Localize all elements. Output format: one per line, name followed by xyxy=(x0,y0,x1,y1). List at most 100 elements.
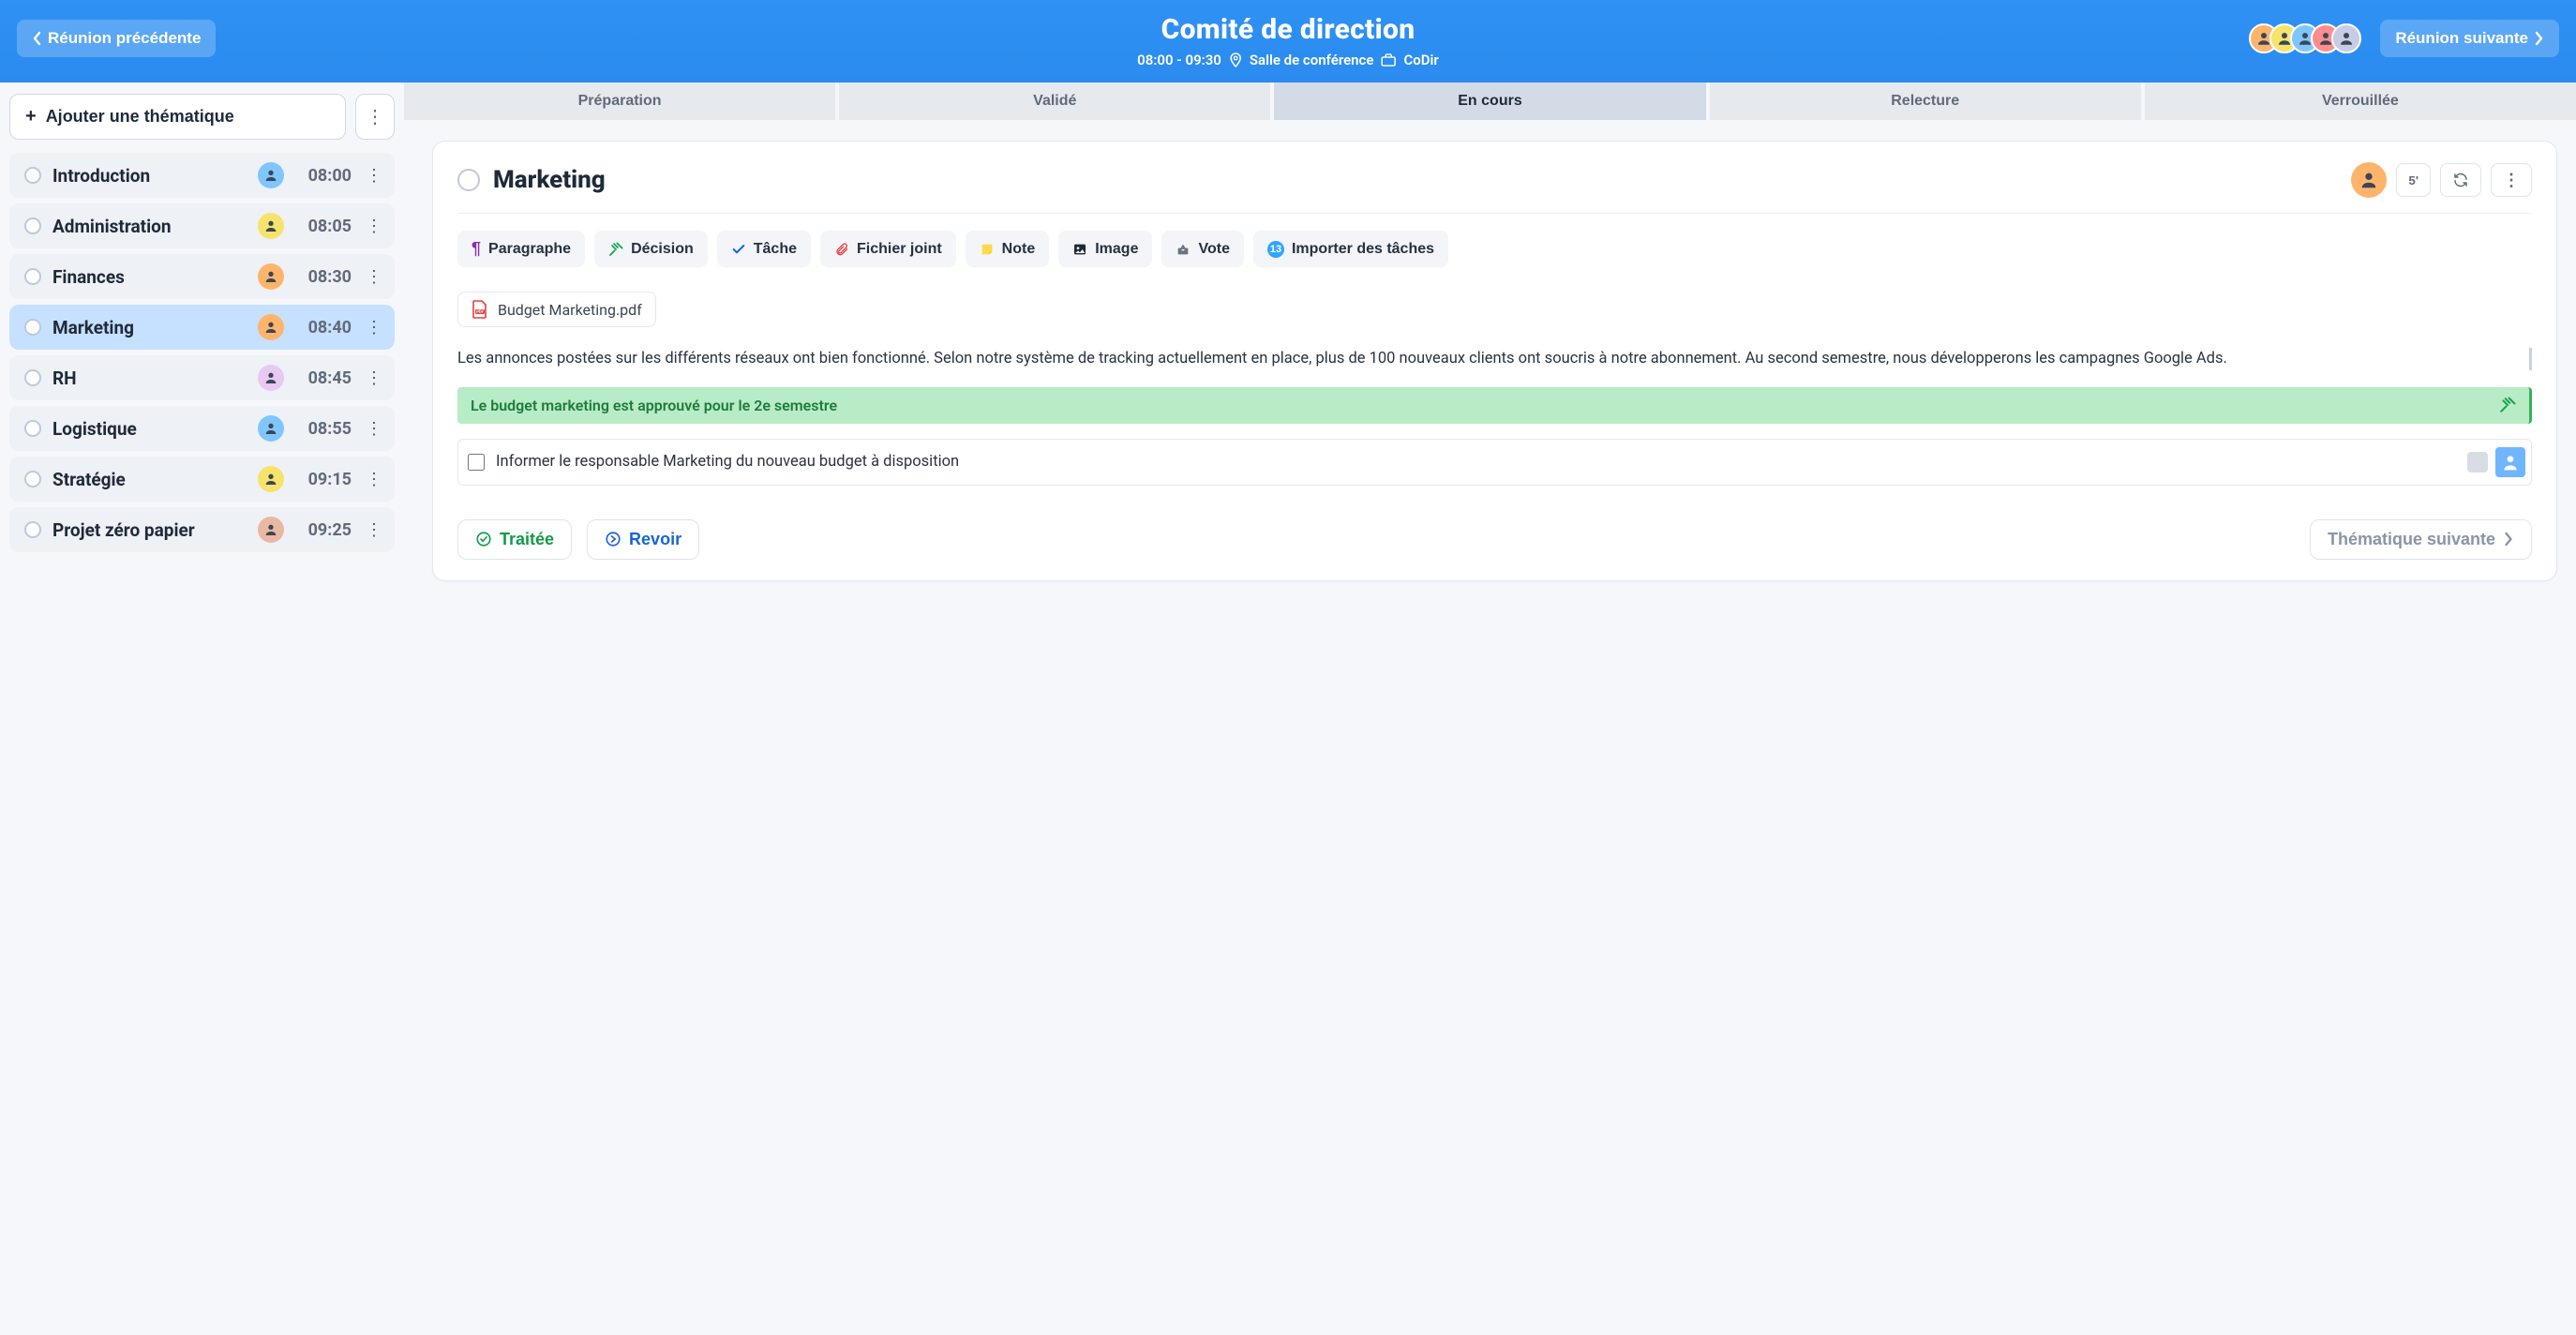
task-text: Informer le responsable Marketing du nou… xyxy=(496,453,959,471)
topic-row[interactable]: Projet zéro papier 09:25 ⋮ xyxy=(9,507,395,552)
app-header: Réunion précédente Comité de direction 0… xyxy=(0,0,2576,82)
check-icon xyxy=(731,242,746,257)
topic-time: 09:25 xyxy=(295,520,352,540)
topic-row[interactable]: Logistique08:55⋮ xyxy=(9,406,395,451)
topic-more-button[interactable]: ⋮ xyxy=(363,267,385,287)
next-topic-label: Thématique suivante xyxy=(2328,530,2495,549)
decision-block[interactable]: Le budget marketing est approuvé pour le… xyxy=(457,387,2532,424)
next-topic-button[interactable]: Thématique suivante xyxy=(2310,519,2532,560)
topic-label: Stratégie xyxy=(52,469,247,490)
topic-owner-avatar[interactable] xyxy=(258,314,284,340)
meeting-team: CoDir xyxy=(1403,52,1438,68)
topic-row[interactable]: Marketing 08:40 ⋮ xyxy=(9,305,395,350)
panel-more-button[interactable]: ⋮ xyxy=(2491,163,2532,197)
content-toolbar: ¶ Paragraphe Décision Tâche xyxy=(457,231,2532,267)
paragraph-button[interactable]: ¶ Paragraphe xyxy=(457,231,585,267)
sidebar-more-button[interactable]: ⋮ xyxy=(355,94,395,140)
plus-icon: + xyxy=(25,106,37,128)
panel-header: Marketing 5' ⋮ xyxy=(457,162,2532,214)
location-pin-icon xyxy=(1229,52,1242,68)
topic-owner-avatar[interactable] xyxy=(258,517,284,543)
svg-text:PDF: PDF xyxy=(476,310,484,315)
topic-label: Marketing xyxy=(52,317,247,338)
presenter-avatar[interactable] xyxy=(2351,162,2387,198)
import-tasks-button[interactable]: 13 Importer des tâches xyxy=(1253,231,1448,267)
topic-status-dot[interactable] xyxy=(24,420,41,437)
meeting-room: Salle de conférence xyxy=(1250,52,1374,68)
attendee-avatar[interactable] xyxy=(2331,23,2361,53)
topic-time: 08:05 xyxy=(295,217,352,236)
stage-tab-verrouillée[interactable]: Verrouillée xyxy=(2145,82,2576,120)
attachment-chip[interactable]: PDF Budget Marketing.pdf xyxy=(457,292,656,327)
task-assignee-avatar[interactable] xyxy=(2495,447,2525,477)
topic-panel: Marketing 5' ⋮ xyxy=(432,141,2557,581)
gavel-icon xyxy=(2499,397,2516,413)
vote-button[interactable]: Vote xyxy=(1161,231,1243,267)
topic-more-button[interactable]: ⋮ xyxy=(363,419,385,439)
topic-owner-avatar[interactable] xyxy=(258,162,284,188)
image-button[interactable]: Image xyxy=(1058,231,1152,267)
stage-tab-relecture[interactable]: Relecture xyxy=(1710,82,2141,120)
treated-button[interactable]: Traitée xyxy=(457,519,572,560)
topic-owner-avatar[interactable] xyxy=(258,365,284,391)
previous-meeting-button[interactable]: Réunion précédente xyxy=(17,20,216,57)
topic-row[interactable]: Stratégie 09:15 ⋮ xyxy=(9,457,395,502)
stage-tab-en cours[interactable]: En cours xyxy=(1274,82,1705,120)
topic-status-dot[interactable] xyxy=(24,218,41,234)
topic-more-button[interactable]: ⋮ xyxy=(363,368,385,388)
topic-more-button[interactable]: ⋮ xyxy=(363,318,385,338)
topic-more-button[interactable]: ⋮ xyxy=(363,470,385,489)
topic-row[interactable]: Introduction08:00⋮ xyxy=(9,153,395,198)
next-meeting-button[interactable]: Réunion suivante xyxy=(2380,20,2559,57)
task-row[interactable]: Informer le responsable Marketing du nou… xyxy=(457,439,2532,486)
topic-label: Introduction xyxy=(52,165,247,187)
task-tag-placeholder[interactable] xyxy=(2467,452,2488,472)
topic-owner-avatar[interactable] xyxy=(258,466,284,492)
note-button[interactable]: Note xyxy=(966,231,1050,267)
task-checkbox[interactable] xyxy=(468,454,485,471)
attachment-button[interactable]: Fichier joint xyxy=(820,231,956,267)
duration-button[interactable]: 5' xyxy=(2396,163,2431,197)
topic-more-button[interactable]: ⋮ xyxy=(363,166,385,186)
stage-tab-préparation[interactable]: Préparation xyxy=(404,82,835,120)
task-button[interactable]: Tâche xyxy=(717,231,811,267)
arrow-circle-icon xyxy=(605,531,622,548)
import-tasks-badge: 13 xyxy=(1267,241,1284,258)
stage-tabs: PréparationValidéEn coursRelectureVerrou… xyxy=(404,82,2576,120)
panel-footer: Traitée Revoir Thématique suivante xyxy=(457,519,2532,560)
duration-label: 5' xyxy=(2408,173,2419,188)
topic-time: 09:15 xyxy=(295,470,352,489)
topic-row[interactable]: Administration08:05⋮ xyxy=(9,203,395,248)
add-topic-button[interactable]: + Ajouter une thématique xyxy=(9,94,346,140)
topic-owner-avatar[interactable] xyxy=(258,213,284,239)
review-button[interactable]: Revoir xyxy=(587,519,699,560)
topic-row[interactable]: Finances08:30⋮ xyxy=(9,254,395,299)
attendee-avatars[interactable] xyxy=(2249,23,2361,53)
topic-status-dot[interactable] xyxy=(457,169,480,191)
topic-status-dot[interactable] xyxy=(24,319,41,336)
topic-status-dot[interactable] xyxy=(24,471,41,488)
refresh-button[interactable] xyxy=(2440,163,2481,197)
topic-label: Projet zéro papier xyxy=(52,519,247,541)
note-icon xyxy=(980,242,995,257)
decision-button[interactable]: Décision xyxy=(594,231,708,267)
vote-button-label: Vote xyxy=(1198,241,1229,258)
topic-label: RH xyxy=(52,368,247,389)
topic-status-dot[interactable] xyxy=(24,521,41,538)
pdf-icon: PDF xyxy=(472,300,488,319)
topic-time: 08:40 xyxy=(295,318,352,338)
add-topic-label: Ajouter une thématique xyxy=(46,107,234,127)
main-column: PréparationValidéEn coursRelectureVerrou… xyxy=(404,82,2576,600)
topic-owner-avatar[interactable] xyxy=(258,415,284,442)
topic-owner-avatar[interactable] xyxy=(258,263,284,290)
topic-status-dot[interactable] xyxy=(24,369,41,386)
topic-more-button[interactable]: ⋮ xyxy=(363,520,385,540)
topic-row[interactable]: RH08:45⋮ xyxy=(9,355,395,400)
topic-status-dot[interactable] xyxy=(24,268,41,285)
topic-more-button[interactable]: ⋮ xyxy=(363,217,385,236)
paragraph-text[interactable]: Les annonces postées sur les différents … xyxy=(457,348,2532,370)
topic-time: 08:30 xyxy=(295,267,352,287)
stage-tab-validé[interactable]: Validé xyxy=(839,82,1270,120)
chevron-right-icon xyxy=(2534,31,2544,46)
topic-status-dot[interactable] xyxy=(24,167,41,184)
